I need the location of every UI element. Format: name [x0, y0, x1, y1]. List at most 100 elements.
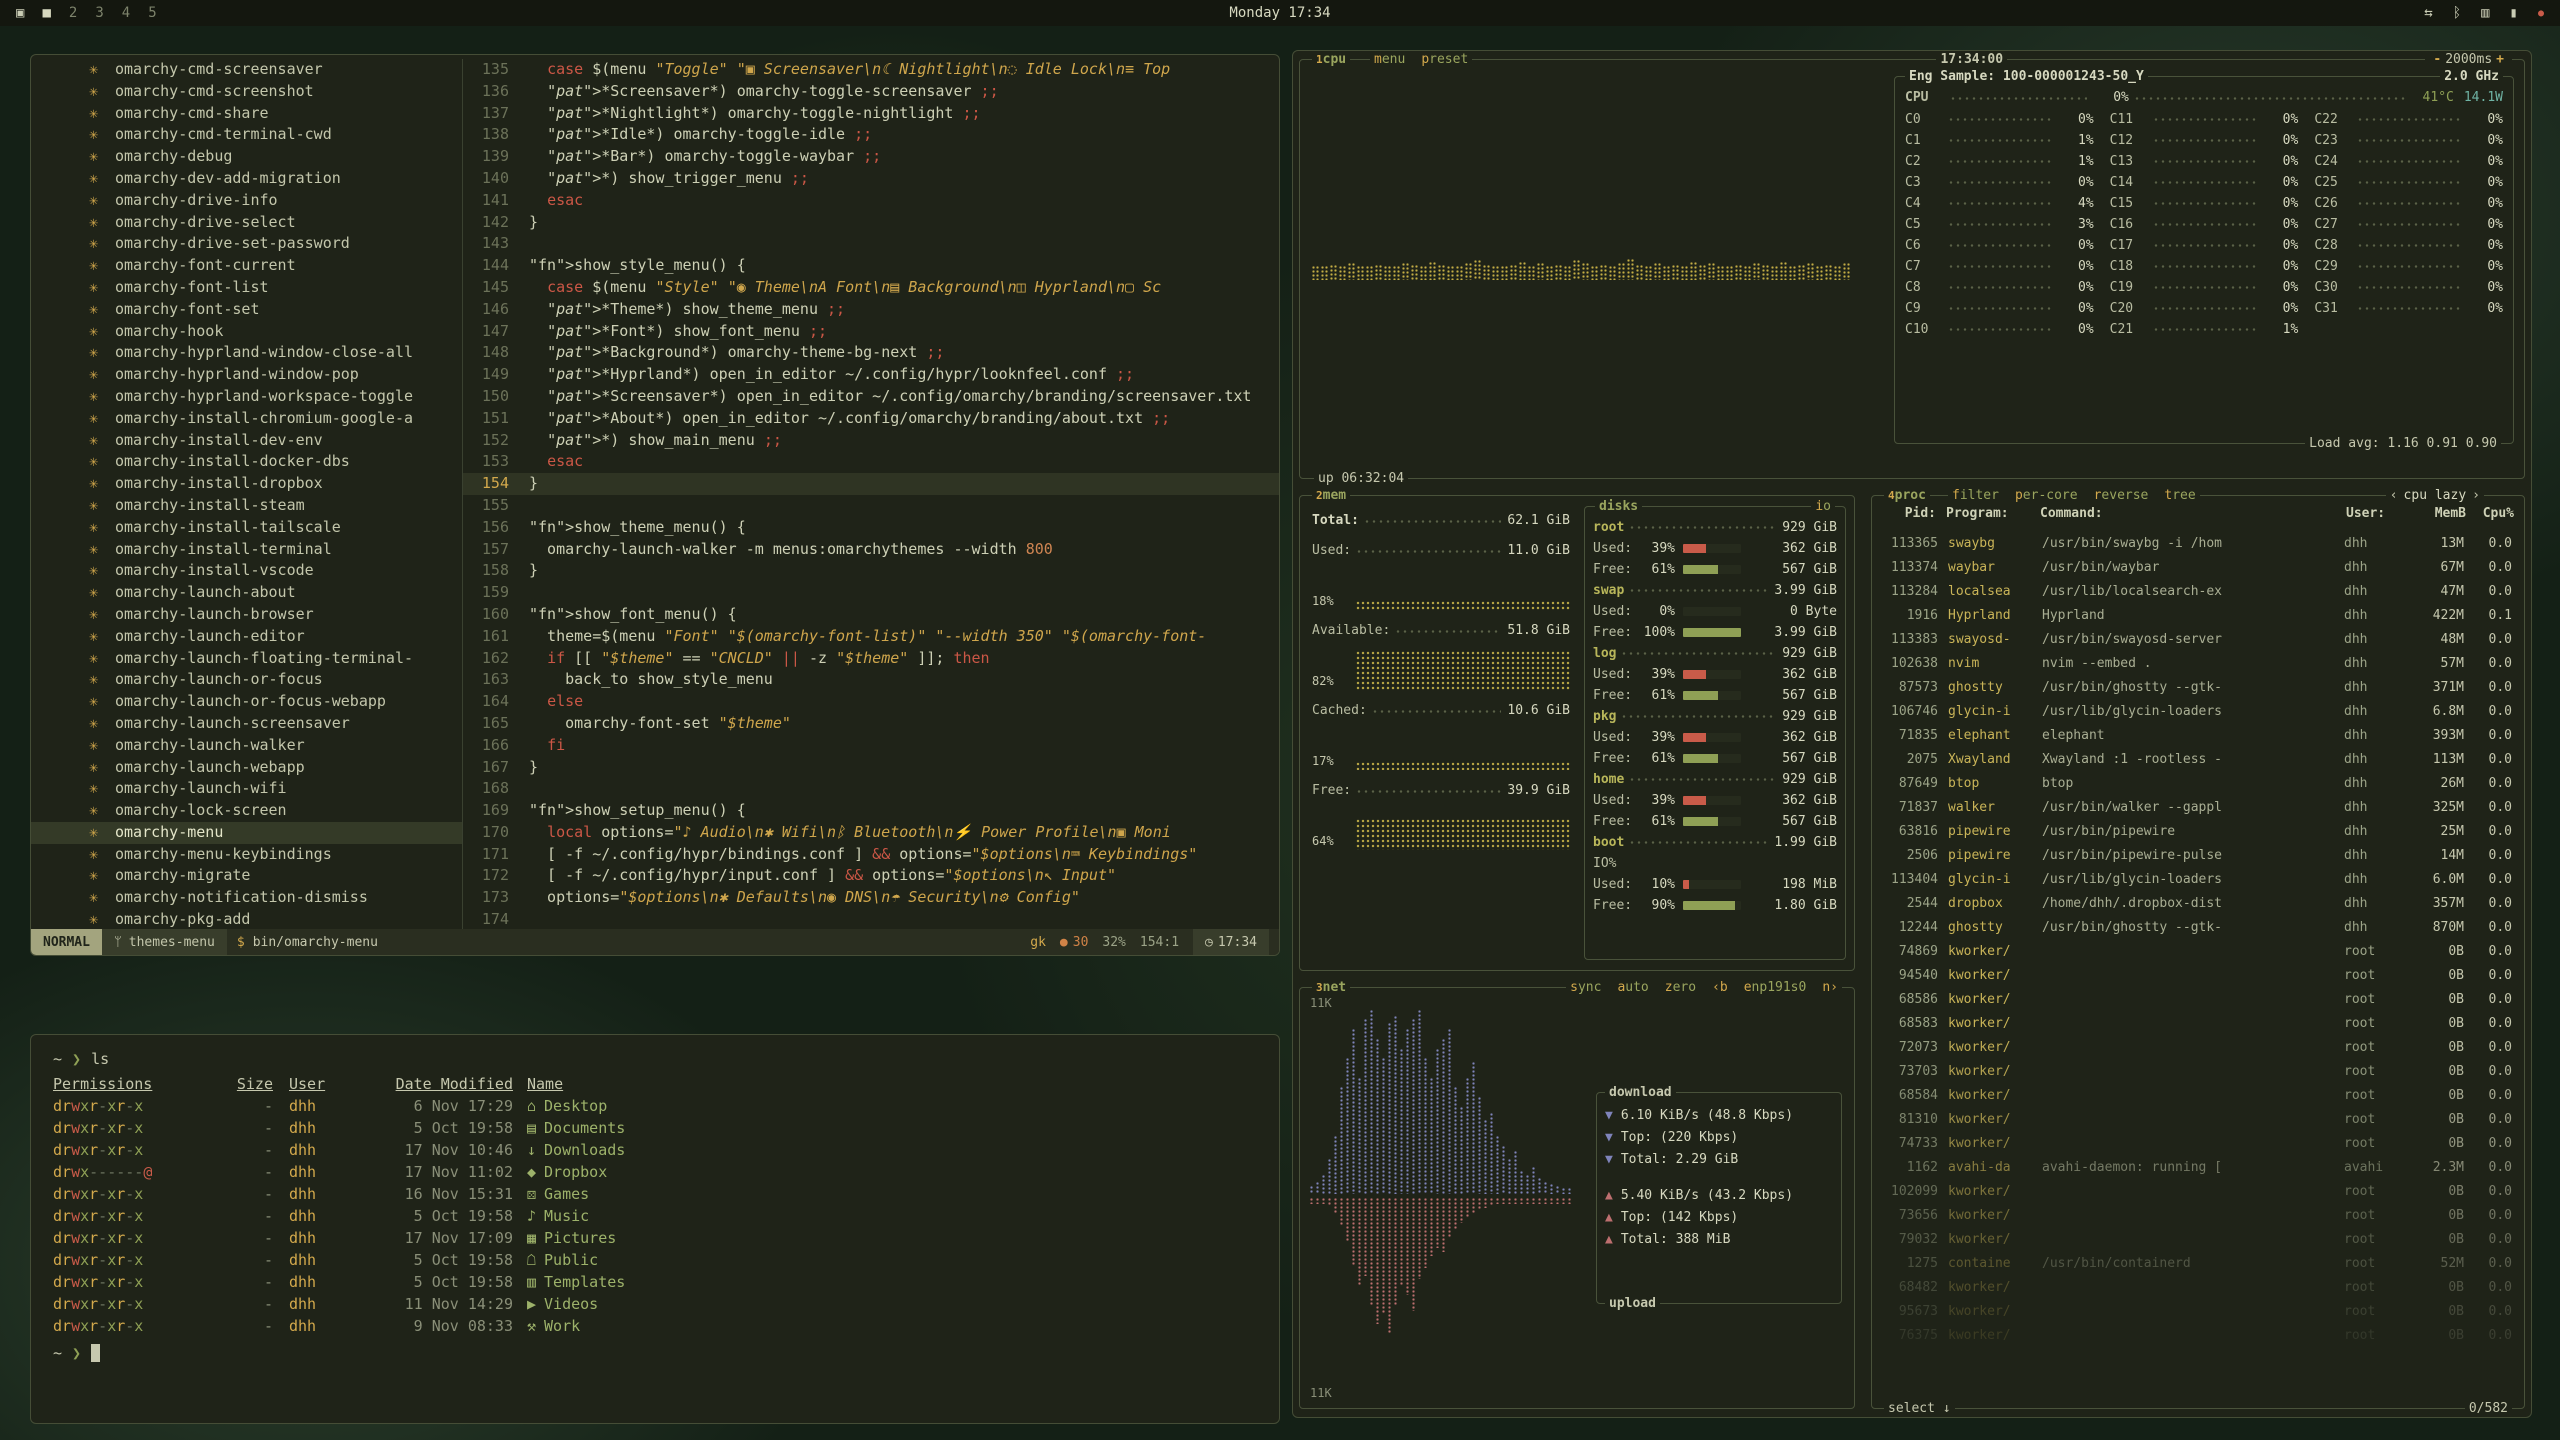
preset-button[interactable]: preset [1421, 51, 1468, 68]
code-line[interactable]: 166 fi [463, 735, 1279, 757]
process-row[interactable]: 102099kworker/root0B0.0 [1874, 1180, 2522, 1204]
file-tree-item[interactable]: ✳omarchy-launch-walker [31, 735, 462, 757]
file-tree-item[interactable]: ✳omarchy-launch-wifi [31, 778, 462, 800]
code-line[interactable]: 162 if [[ "$theme" == "CNCLD" || -z "$th… [463, 648, 1279, 670]
code-line[interactable]: 145 case $(menu "Style" "◉ Theme\nA Font… [463, 277, 1279, 299]
file-row[interactable]: drwxr-xr-x-dhh17 Nov 10:46↓Downloads [53, 1139, 1257, 1161]
code-line[interactable]: 152 "pat">*) show_main_menu ;; [463, 430, 1279, 452]
net-box-title[interactable]: 3net [1312, 979, 1350, 996]
file-row[interactable]: drwxr-xr-x-dhh6 Nov 17:29⌂Desktop [53, 1095, 1257, 1117]
file-tree-item[interactable]: ✳omarchy-drive-select [31, 212, 462, 234]
process-row[interactable]: 1162avahi-daavahi-daemon: running [avahi… [1874, 1156, 2522, 1180]
workspace-4[interactable]: 4 [122, 5, 130, 21]
file-tree-item[interactable]: ✳omarchy-launch-editor [31, 626, 462, 648]
file-tree-item[interactable]: ✳omarchy-drive-set-password [31, 233, 462, 255]
file-row[interactable]: drwxr-xr-x-dhh16 Nov 15:31⚄Games [53, 1183, 1257, 1205]
file-tree-item[interactable]: ✳omarchy-launch-or-focus [31, 669, 462, 691]
process-row[interactable]: 71835elephantelephantdhh393M0.0 [1874, 724, 2522, 748]
code-pane[interactable]: 135 case $(menu "Toggle" "▣ Screensaver\… [463, 59, 1279, 929]
code-line[interactable]: 160"fn">show_font_menu() { [463, 604, 1279, 626]
file-tree-item[interactable]: ✳omarchy-install-docker-dbs [31, 451, 462, 473]
reverse-button[interactable]: reverse [2094, 487, 2149, 504]
process-row[interactable]: 2075XwaylandXwayland :1 -rootless -dhh11… [1874, 748, 2522, 772]
process-row[interactable]: 74733kworker/root0B0.0 [1874, 1132, 2522, 1156]
proc-header-cell[interactable]: Command: [2040, 506, 2346, 521]
file-tree-item[interactable]: ✳omarchy-install-dropbox [31, 473, 462, 495]
file-tree-item[interactable]: ✳omarchy-install-steam [31, 495, 462, 517]
code-line[interactable]: 141 esac [463, 190, 1279, 212]
file-tree-item[interactable]: ✳omarchy-hook [31, 321, 462, 343]
workspace-1[interactable]: ■ [42, 5, 50, 21]
process-row[interactable]: 68584kworker/root0B0.0 [1874, 1084, 2522, 1108]
code-line[interactable]: 135 case $(menu "Toggle" "▣ Screensaver\… [463, 59, 1279, 81]
code-line[interactable]: 163 back_to show_style_menu [463, 669, 1279, 691]
process-row[interactable]: 76375kworker/root0B0.0 [1874, 1324, 2522, 1348]
proc-header-cell[interactable]: Cpu% [2466, 506, 2514, 521]
code-line[interactable]: 144"fn">show_style_menu() { [463, 255, 1279, 277]
file-tree-item[interactable]: ✳omarchy-install-vscode [31, 560, 462, 582]
code-line[interactable]: 148 "pat">*Background*) omarchy-theme-bg… [463, 342, 1279, 364]
code-line[interactable]: 171 [ -f ~/.config/hypr/bindings.conf ] … [463, 844, 1279, 866]
code-line[interactable]: 164 else [463, 691, 1279, 713]
code-line[interactable]: 170 local options="♪ Audio\n✱ Wifi\nᛒ Bl… [463, 822, 1279, 844]
io-mode-button[interactable]: io [1811, 498, 1835, 515]
next-interface-button[interactable]: n› [1822, 979, 1838, 996]
sort-control[interactable]: ‹ cpu lazy › [2386, 487, 2484, 504]
process-row[interactable]: 113365swaybg/usr/bin/swaybg -i /homdhh13… [1874, 532, 2522, 556]
file-tree-item[interactable]: ✳omarchy-dev-add-migration [31, 168, 462, 190]
auto-button[interactable]: auto [1617, 979, 1648, 996]
filter-button[interactable]: filter [1952, 487, 1999, 504]
process-row[interactable]: 68482kworker/root0B0.0 [1874, 1276, 2522, 1300]
battery-icon[interactable]: ▮ [2510, 5, 2518, 21]
process-row[interactable]: 63816pipewire/usr/bin/pipewiredhh25M0.0 [1874, 820, 2522, 844]
file-row[interactable]: drwxr-xr-x-dhh17 Nov 17:09▦Pictures [53, 1227, 1257, 1249]
proc-header-cell[interactable]: Pid: [1882, 506, 1946, 521]
process-row[interactable]: 12244ghostty/usr/bin/ghostty --gtk-dhh87… [1874, 916, 2522, 940]
code-line[interactable]: 140 "pat">*) show_trigger_menu ;; [463, 168, 1279, 190]
process-row[interactable]: 95673kworker/root0B0.0 [1874, 1300, 2522, 1324]
file-tree-item[interactable]: ✳omarchy-lock-screen [31, 800, 462, 822]
file-tree-item[interactable]: ✳omarchy-cmd-screensaver [31, 59, 462, 81]
file-tree-item[interactable]: ✳omarchy-install-dev-env [31, 430, 462, 452]
code-line[interactable]: 161 theme=$(menu "Font" "$(omarchy-font-… [463, 626, 1279, 648]
file-tree-item[interactable]: ✳omarchy-hyprland-workspace-toggle [31, 386, 462, 408]
refresh-plus-button[interactable]: + [2496, 52, 2504, 67]
mem-box-title[interactable]: 2mem [1312, 487, 1350, 504]
file-tree-item[interactable]: ✳omarchy-launch-screensaver [31, 713, 462, 735]
code-line[interactable]: 158} [463, 560, 1279, 582]
bluetooth-icon[interactable]: ᛒ [2453, 5, 2461, 21]
process-row[interactable]: 1275containe/usr/bin/containerdroot52M0.… [1874, 1252, 2522, 1276]
code-line[interactable]: 165 omarchy-font-set "$theme" [463, 713, 1279, 735]
sync-button[interactable]: sync [1570, 979, 1601, 996]
proc-box-title[interactable]: 4proc [1884, 487, 1930, 504]
sort-next-icon[interactable]: › [2472, 487, 2480, 504]
code-line[interactable]: 167} [463, 757, 1279, 779]
code-line[interactable]: 172 [ -f ~/.config/hypr/input.conf ] && … [463, 865, 1279, 887]
file-tree-item[interactable]: ✳omarchy-hyprland-window-close-all [31, 342, 462, 364]
process-row[interactable]: 106746glycin-i/usr/lib/glycin-loadersdhh… [1874, 700, 2522, 724]
file-row[interactable]: drwxr-xr-x-dhh9 Nov 08:33⚒Work [53, 1315, 1257, 1337]
file-tree-item[interactable]: ✳omarchy-launch-or-focus-webapp [31, 691, 462, 713]
code-line[interactable]: 149 "pat">*Hyprland*) open_in_editor ~/.… [463, 364, 1279, 386]
code-line[interactable]: 159 [463, 582, 1279, 604]
proc-header-cell[interactable]: User: [2346, 506, 2408, 521]
code-line[interactable]: 147 "pat">*Font*) show_font_menu ;; [463, 321, 1279, 343]
process-row[interactable]: 102638nvimnvim --embed .dhh57M0.0 [1874, 652, 2522, 676]
process-row[interactable]: 94540kworker/root0B0.0 [1874, 964, 2522, 988]
process-row[interactable]: 74869kworker/root0B0.0 [1874, 940, 2522, 964]
process-row[interactable]: 68586kworker/root0B0.0 [1874, 988, 2522, 1012]
code-line[interactable]: 137 "pat">*Nightlight*) omarchy-toggle-n… [463, 103, 1279, 125]
file-tree-item[interactable]: ✳omarchy-font-set [31, 299, 462, 321]
file-tree-item[interactable]: ✳omarchy-launch-browser [31, 604, 462, 626]
git-branch[interactable]: ᛘ themes-menu [102, 929, 227, 955]
process-row[interactable]: 113404glycin-i/usr/lib/glycin-loadersdhh… [1874, 868, 2522, 892]
code-line[interactable]: 138 "pat">*Idle*) omarchy-toggle-idle ;; [463, 124, 1279, 146]
code-line[interactable]: 168 [463, 778, 1279, 800]
code-line[interactable]: 156"fn">show_theme_menu() { [463, 517, 1279, 539]
code-line[interactable]: 157 omarchy-launch-walker -m menus:omarc… [463, 539, 1279, 561]
code-line[interactable]: 153 esac [463, 451, 1279, 473]
process-row[interactable]: 2544dropbox/home/dhh/.dropbox-distdhh357… [1874, 892, 2522, 916]
file-tree-item[interactable]: ✳omarchy-install-tailscale [31, 517, 462, 539]
process-row[interactable]: 87649btopbtopdhh26M0.0 [1874, 772, 2522, 796]
menu-button[interactable]: menu [1374, 51, 1405, 68]
